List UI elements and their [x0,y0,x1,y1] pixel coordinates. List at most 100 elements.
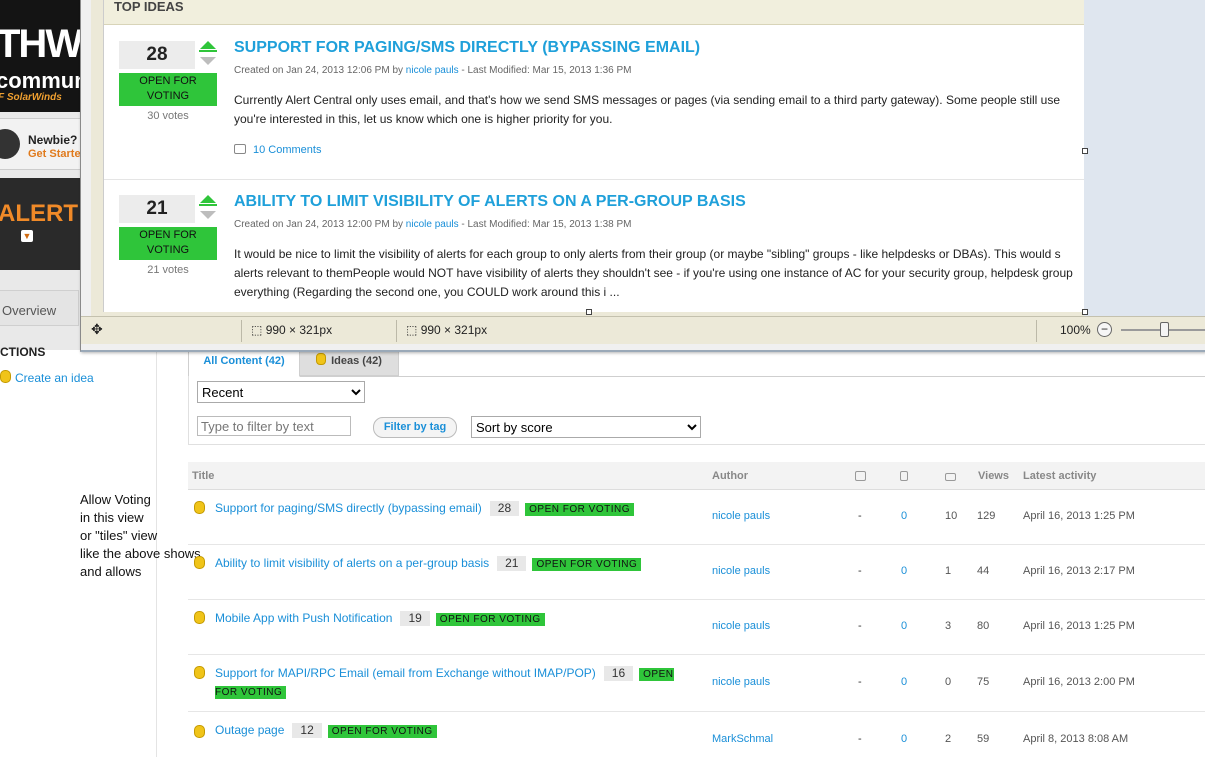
score-badge: 28 [489,501,520,516]
comments-count: 1 [945,565,952,577]
bookmarks-link[interactable]: 0 [901,565,907,577]
lightbulb-icon [0,370,11,383]
tab-ideas[interactable]: Ideas (42) [299,348,399,376]
status-line-2: VOTING [146,90,190,102]
idea-title-link[interactable]: Support for paging/SMS directly (bypassi… [215,501,482,515]
header-title[interactable]: Title [192,470,214,482]
window-background [1084,0,1205,316]
overview-tab[interactable]: Overview [0,290,79,326]
filter-by-tag-button[interactable]: Filter by tag [373,417,457,438]
newbie-icon [0,129,20,159]
row-title-wrap: Support for MAPI/RPC Email (email from E… [215,665,685,701]
status-badge: OPEN FOR VOTING [119,227,217,260]
bookmarks-link[interactable]: 0 [901,620,907,632]
create-idea-link[interactable]: Create an idea [0,370,94,385]
score-badge: 19 [400,611,430,626]
idea-title-link[interactable]: Support for MAPI/RPC Email (email from E… [215,666,596,680]
row-title-wrap: Outage page 12 OPEN FOR VOTING [215,722,685,740]
comments-label: 10 Comments [253,144,322,156]
lightbulb-icon [194,666,205,679]
table-row: Outage page 12 OPEN FOR VOTING MarkSchmal … [188,712,1205,757]
vote-down-icon[interactable] [200,211,216,219]
comments-count: 2 [945,733,952,745]
overview-tab-label: Overview [2,303,57,318]
likes-header-icon[interactable] [855,471,866,484]
resize-handle[interactable] [586,309,592,315]
idea-title-link[interactable]: Outage page [215,723,284,737]
idea-title-link[interactable]: Mobile App with Push Notification [215,611,392,625]
author-link[interactable]: MarkSchmal [712,733,773,745]
bookmarks-link[interactable]: 0 [901,733,907,745]
recent-select[interactable]: Recent [197,381,365,403]
header-latest-activity[interactable]: Latest activity [1023,470,1096,482]
score-badge: 21 [497,556,527,571]
bookmarks-link[interactable]: 0 [901,676,907,688]
idea-title-link[interactable]: SUPPORT FOR PAGING/SMS DIRECTLY (BYPASSI… [234,39,700,57]
modified-text: - Last Modified: Mar 15, 2013 1:38 PM [461,219,632,230]
table-row: Mobile App with Push Notification 19 OPEN … [188,600,1205,655]
bookmarks-link[interactable]: 0 [901,510,907,522]
zoom-slider-thumb[interactable] [1160,322,1169,337]
vote-up-icon[interactable] [200,41,216,49]
row-title-wrap: Ability to limit visibility of alerts on… [215,555,685,573]
filter-text-input[interactable] [197,416,351,436]
zoom-out-button[interactable]: − [1097,322,1112,337]
idea-title-link[interactable]: ABILITY TO LIMIT VISIBILITY OF ALERTS ON… [234,193,746,211]
lightbulb-icon [316,353,327,365]
body-line-3: everything (Regarding the second one, yo… [234,285,620,299]
status-badge: OPEN FOR VOTING [435,613,545,626]
create-idea-label: Create an idea [15,371,94,385]
move-icon[interactable]: ✥ [91,321,103,338]
row-title-wrap: Mobile App with Push Notification 19 OPEN … [215,610,685,628]
resize-handle[interactable] [1082,309,1088,315]
idea-title-link[interactable]: Ability to limit visibility of alerts on… [215,556,489,570]
vote-score: 21 [119,195,195,223]
author-link[interactable]: nicole pauls [712,565,770,577]
zoom-level: 100% [1060,323,1091,337]
author-link[interactable]: nicole pauls [406,219,459,230]
views-count: 75 [977,676,990,688]
image-size: ⬚ 990 × 321px [251,323,332,337]
latest-activity: April 16, 2013 1:25 PM [1023,620,1135,632]
vote-down-icon[interactable] [200,57,216,65]
bookmark-header-icon[interactable] [900,471,908,484]
table-row: Ability to limit visibility of alerts on… [188,545,1205,600]
tab-all-content[interactable]: All Content (42) [188,348,300,377]
author-link[interactable]: nicole pauls [712,620,770,632]
status-badge: OPEN FOR VOTING [525,503,634,516]
header-views[interactable]: Views [978,470,1009,482]
selection-size-text: 990 × 321px [420,323,488,337]
header-author[interactable]: Author [712,470,748,482]
top-ideas-header: TOP IDEAS [104,0,1084,25]
sort-select[interactable]: Sort by score [471,416,701,438]
vote-up-icon[interactable] [200,195,216,203]
vote-up-underline [199,204,217,206]
created-text: Created on Jan 24, 2013 12:00 PM by [234,219,404,230]
comments-count: 3 [945,620,952,632]
views-count: 129 [977,510,996,522]
crop-icon: ⬚ [251,323,263,337]
vote-up-underline [199,50,217,52]
author-link[interactable]: nicole pauls [712,510,770,522]
author-link[interactable]: nicole pauls [406,65,459,76]
author-link[interactable]: nicole pauls [712,676,770,688]
comments-header-icon[interactable] [945,472,956,484]
alert-central-tile[interactable]: ALERT ▼ [0,178,80,270]
dropdown-arrow-icon[interactable]: ▼ [21,230,33,242]
status-separator [1036,320,1037,342]
body-line-1: Currently Alert Central only uses email,… [234,93,1061,107]
latest-activity: April 16, 2013 1:25 PM [1023,510,1135,522]
resize-handle[interactable] [1082,148,1088,154]
thwack-logo[interactable]: THWAC communi F SolarWinds [0,0,80,112]
comments-link[interactable]: 10 Comments [234,144,321,156]
idea-card: 21 OPEN FOR VOTING 21 votes ABILITY TO L… [104,193,1084,312]
vote-score: 28 [119,41,195,69]
comments-count: 0 [945,676,952,688]
likes-value: - [858,510,862,522]
idea-body: It would be nice to limit the visibility… [234,245,1084,302]
comment-icon [234,144,246,154]
newbie-banner[interactable]: Newbie? Get Starte [0,118,80,170]
filter-panel: Recent Filter by tag Sort by score [188,376,1205,445]
likes-value: - [858,620,862,632]
views-count: 44 [977,565,990,577]
